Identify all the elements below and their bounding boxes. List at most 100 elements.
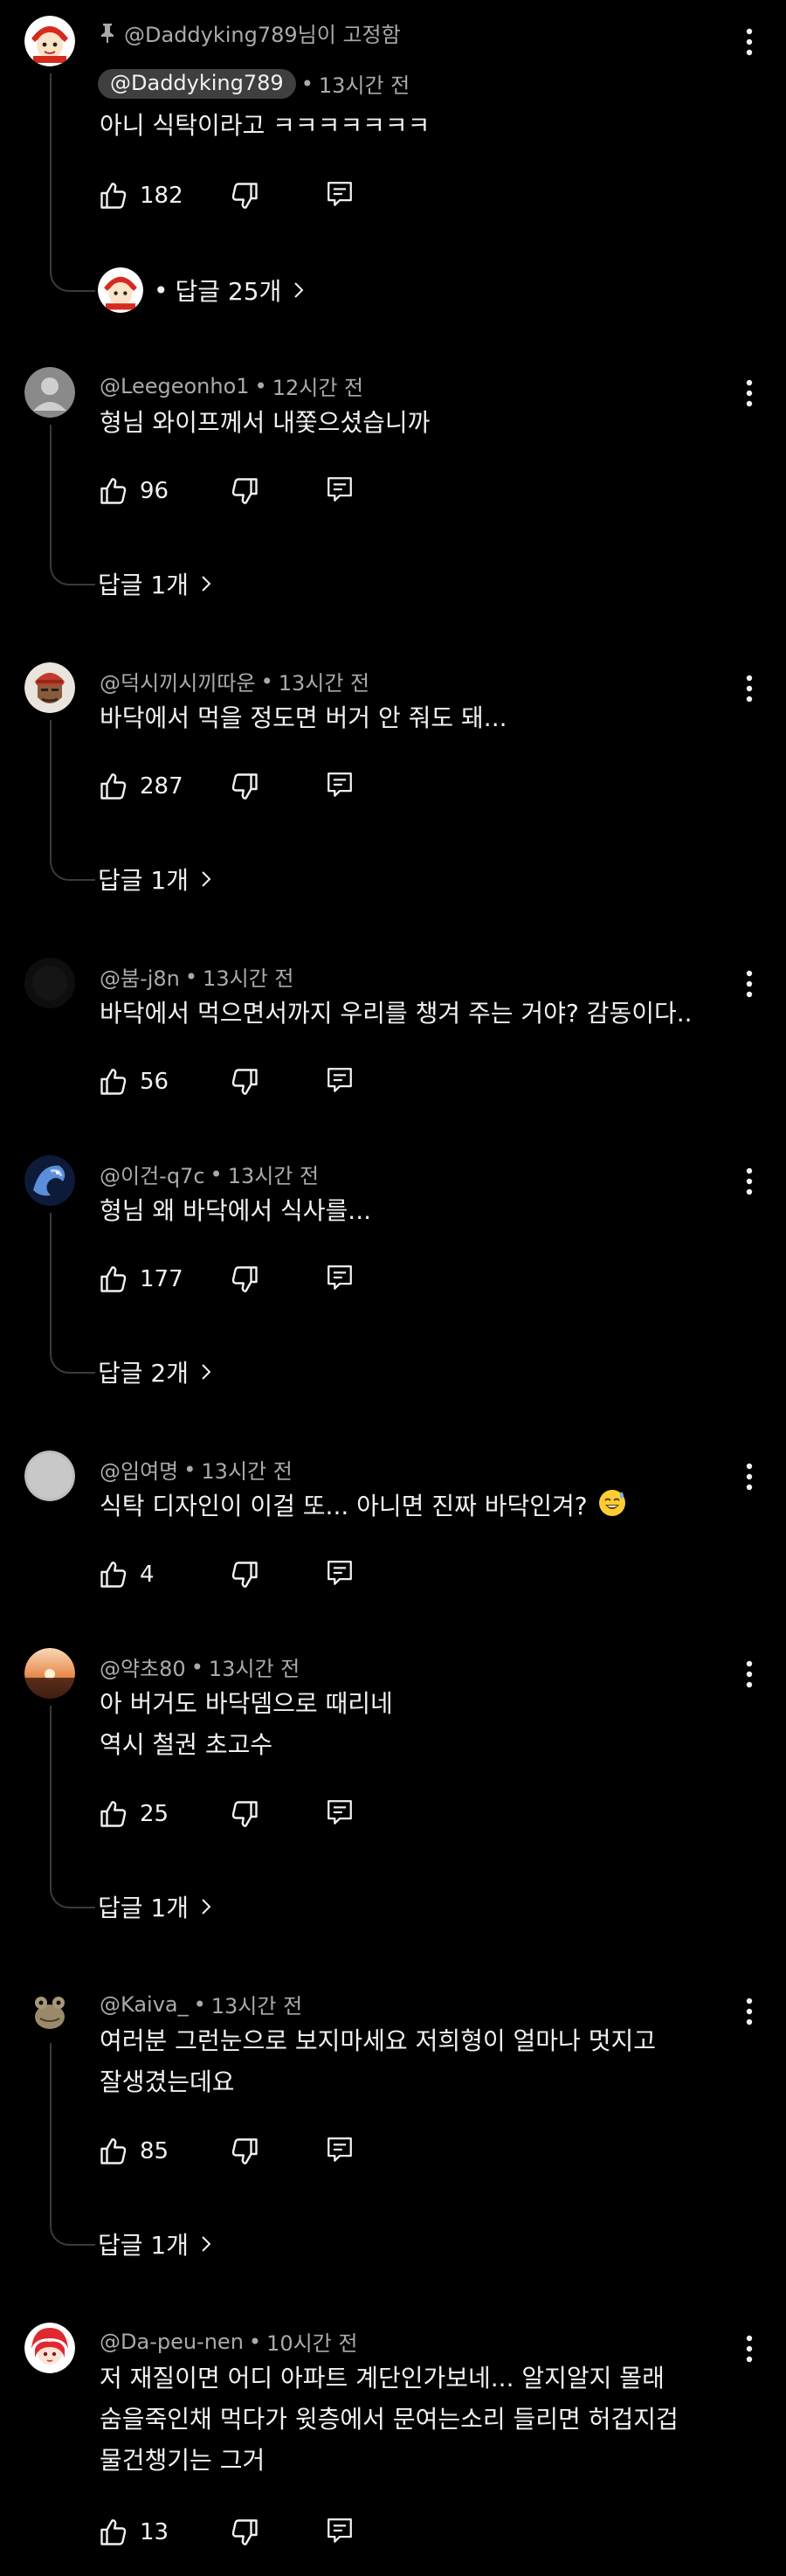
avatar[interactable] — [24, 1985, 75, 2036]
reply-button[interactable] — [325, 474, 355, 508]
dislike-button[interactable] — [229, 1798, 325, 1830]
comment-meta: @Leegeonho1 • 12시간 전 — [100, 370, 363, 401]
avatar[interactable] — [24, 662, 75, 713]
dislike-button[interactable] — [229, 475, 325, 507]
replies-button[interactable]: 답글 2개 — [98, 1354, 215, 1389]
more-options-button[interactable] — [732, 2331, 767, 2366]
comment-meta: @이건-q7c • 13시간 전 — [100, 1159, 319, 1189]
reply-button[interactable] — [325, 1263, 355, 1296]
comment-author[interactable]: @이건-q7c — [100, 1159, 205, 1189]
replies-button[interactable]: • 답글 25개 — [98, 267, 307, 313]
thumbs-up-icon — [100, 1069, 127, 1095]
comment-meta: @약초80 • 13시간 전 — [100, 1652, 300, 1682]
replies-button[interactable]: 답글 1개 — [98, 862, 215, 897]
comment-text: 바닥에서 먹을 정도면 버거 안 줘도 돼... — [100, 697, 728, 738]
avatar[interactable] — [24, 367, 75, 418]
more-options-button[interactable] — [732, 1994, 767, 2029]
avatar[interactable] — [24, 1451, 75, 1501]
comment-author[interactable]: @약초80 — [100, 1652, 186, 1682]
comment-meta: @Kaiva_ • 13시간 전 — [100, 1989, 302, 2019]
thumbs-up-icon — [100, 773, 127, 800]
comment-text: 식탁 디자인이 이걸 또... 아니면 진짜 바닥인겨? — [100, 1485, 728, 1527]
more-options-button[interactable] — [732, 24, 767, 59]
comment-author[interactable]: @붐-j8n — [100, 961, 180, 992]
author-chip[interactable]: @Daddyking789 — [98, 68, 296, 99]
thread-line — [50, 2043, 95, 2246]
reply-comment-icon — [328, 1068, 352, 1092]
thread-line — [50, 73, 95, 292]
comment-text: 아니 식탁이라고 ㅋㅋㅋㅋㅋㅋㅋ — [100, 105, 728, 146]
comment-author[interactable]: @Leegeonho1 — [100, 374, 250, 398]
like-button[interactable]: 25 — [98, 1798, 229, 1830]
thumbs-up-icon — [100, 478, 127, 504]
reply-comment-icon — [328, 772, 352, 797]
replies-label: 답글 1개 — [98, 571, 189, 599]
like-button[interactable]: 287 — [98, 771, 229, 802]
comment-author[interactable]: @Da-peu-nen — [100, 2330, 244, 2354]
like-count: 56 — [140, 1069, 169, 1095]
thumbs-up-icon — [100, 2519, 127, 2545]
more-options-button[interactable] — [732, 376, 767, 411]
sweat-smile-emoji-icon — [598, 1490, 625, 1516]
reply-button[interactable] — [325, 1558, 355, 1591]
thumbs-up-icon — [100, 1801, 127, 1827]
replies-label: 답글 1개 — [98, 1894, 189, 1922]
like-button[interactable]: 177 — [98, 1264, 229, 1295]
comment-meta: @붐-j8n • 13시간 전 — [100, 961, 293, 992]
thumbs-down-icon — [231, 1069, 258, 1095]
comment-line: 바닥에서 먹을 정도면 버거 안 줘도 돼... — [100, 703, 507, 732]
dislike-button[interactable] — [229, 1559, 325, 1590]
replies-label: 답글 2개 — [98, 1359, 189, 1388]
comment-line: 여러분 그런눈으로 보지마세요 저희형이 얼마나 멋지고 — [100, 2026, 656, 2055]
comment-line: 아니 식탁이라고 ㅋㅋㅋㅋㅋㅋㅋ — [100, 111, 431, 140]
more-vert-icon — [746, 970, 753, 998]
avatar[interactable] — [24, 1155, 75, 1206]
replies-button[interactable]: 답글 1개 — [98, 1889, 215, 1924]
chevron-right-icon — [202, 576, 211, 592]
more-vert-icon — [746, 1167, 753, 1195]
creator-avatar — [98, 267, 143, 313]
chevron-right-icon — [294, 282, 304, 298]
dislike-button[interactable] — [229, 1264, 325, 1295]
dislike-button[interactable] — [229, 2136, 325, 2167]
reply-comment-icon — [328, 2518, 352, 2543]
avatar[interactable] — [24, 2323, 75, 2373]
comment-author[interactable]: @덕시끼시끼따운 — [100, 666, 256, 696]
reply-button[interactable] — [325, 1797, 355, 1831]
avatar[interactable] — [24, 16, 75, 66]
more-options-button[interactable] — [732, 966, 767, 1001]
replies-button[interactable]: 답글 1개 — [98, 2226, 215, 2261]
replies-button[interactable]: 답글 1개 — [98, 566, 215, 601]
comment-time: 13시간 전 — [278, 671, 370, 696]
like-button[interactable]: 96 — [98, 475, 229, 507]
like-button[interactable]: 4 — [98, 1559, 229, 1590]
comment-author[interactable]: @임여명 — [100, 1454, 178, 1485]
dislike-button[interactable] — [229, 180, 325, 211]
like-button[interactable]: 13 — [98, 2517, 229, 2548]
more-options-button[interactable] — [732, 1164, 767, 1199]
more-options-button[interactable] — [732, 1657, 767, 1692]
like-button[interactable]: 85 — [98, 2136, 229, 2167]
comment-actions: 96 — [98, 472, 355, 510]
like-count: 4 — [140, 1562, 155, 1588]
comment-time: 13시간 전 — [227, 1164, 320, 1188]
dislike-button[interactable] — [229, 1066, 325, 1098]
thread-line — [50, 720, 95, 881]
dislike-button[interactable] — [229, 2517, 325, 2548]
more-options-button[interactable] — [732, 1459, 767, 1494]
more-options-button[interactable] — [732, 671, 767, 706]
reply-button[interactable] — [325, 2516, 355, 2549]
comment-author[interactable]: @Kaiva_ — [100, 1992, 189, 2017]
reply-button[interactable] — [325, 179, 355, 212]
chevron-right-icon — [202, 2236, 211, 2252]
avatar[interactable] — [24, 1648, 75, 1699]
more-vert-icon — [746, 1660, 753, 1688]
reply-button[interactable] — [325, 770, 355, 803]
thumbs-up-icon — [100, 1266, 127, 1292]
reply-button[interactable] — [325, 2135, 355, 2168]
like-button[interactable]: 56 — [98, 1066, 229, 1098]
dislike-button[interactable] — [229, 771, 325, 802]
like-button[interactable]: 182 — [98, 180, 229, 211]
avatar[interactable] — [24, 958, 75, 1008]
reply-button[interactable] — [325, 1065, 355, 1098]
